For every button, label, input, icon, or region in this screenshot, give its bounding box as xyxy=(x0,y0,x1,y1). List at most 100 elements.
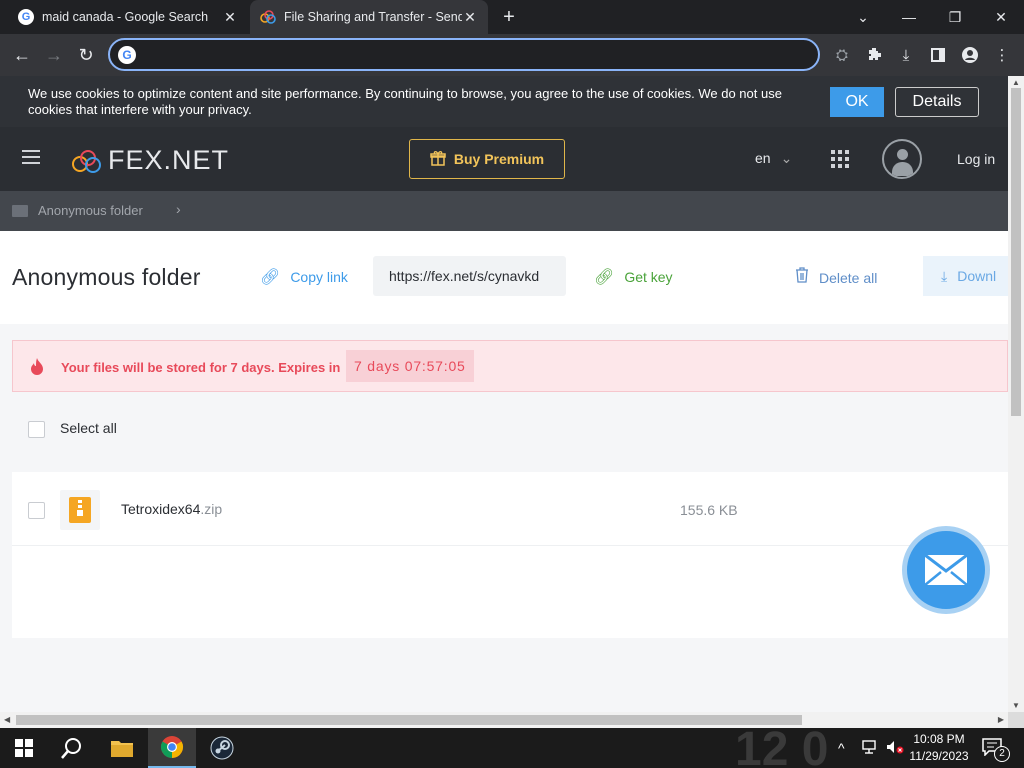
page-title: Anonymous folder xyxy=(12,264,201,290)
fire-icon xyxy=(29,357,45,375)
menu-kebab-icon[interactable]: ⋮ xyxy=(992,45,1012,65)
select-all-row: Select all xyxy=(12,408,1008,450)
close-window-button[interactable]: ✕ xyxy=(978,0,1024,34)
hamburger-menu-icon[interactable] xyxy=(22,150,40,166)
address-input[interactable] xyxy=(144,44,804,66)
fex-rings-icon xyxy=(72,148,104,174)
file-explorer-icon[interactable] xyxy=(98,728,146,768)
close-tab-icon[interactable]: ✕ xyxy=(222,9,238,26)
copy-link-label: Copy link xyxy=(290,269,348,285)
zip-file-icon xyxy=(60,490,100,530)
notification-center-icon[interactable]: 2 xyxy=(982,738,1010,762)
google-g-icon: G xyxy=(118,46,136,64)
network-icon[interactable] xyxy=(862,740,880,757)
folder-header: Anonymous folder 🔗︎ Copy link https://fe… xyxy=(0,231,1023,324)
forward-button[interactable]: → xyxy=(41,42,67,68)
get-key-button[interactable]: 🔗︎ Get key xyxy=(594,267,673,287)
vertical-scrollbar[interactable]: ▲ ▼ xyxy=(1008,76,1024,712)
gift-icon xyxy=(430,150,446,169)
windows-start-icon[interactable] xyxy=(0,728,48,768)
side-panel-icon[interactable] xyxy=(928,45,948,65)
tab-google-search[interactable]: G maid canada - Google Search ✕ xyxy=(8,0,248,34)
logo-text: FEX.NET xyxy=(108,145,230,175)
minimize-button[interactable]: — xyxy=(886,0,932,34)
cookie-ok-button[interactable]: OK xyxy=(830,87,884,117)
fex-rings-icon xyxy=(260,9,276,25)
share-url-field[interactable]: https://fex.net/s/cynavkd xyxy=(373,256,566,296)
tab-title: File Sharing and Transfer - Send xyxy=(284,10,462,24)
scroll-thumb[interactable] xyxy=(16,715,802,725)
tab-search-icon[interactable]: ⌄ xyxy=(840,0,886,34)
cookie-details-button[interactable]: Details xyxy=(895,87,979,117)
clock-date: 11/29/2023 xyxy=(909,749,969,763)
delete-all-label: Delete all xyxy=(819,269,878,286)
fex-logo[interactable]: FEX.NET xyxy=(72,145,229,176)
expiry-banner: Your files will be stored for 7 days. Ex… xyxy=(12,340,1008,392)
taskbar-clock[interactable]: 10:08 PM 11/29/2023 xyxy=(902,731,976,765)
file-name[interactable]: Tetroxidex64.zip xyxy=(121,501,222,517)
login-link[interactable]: Log in xyxy=(957,151,995,167)
scroll-thumb[interactable] xyxy=(1011,88,1021,416)
download-arrow-icon: ⤓ xyxy=(941,267,948,284)
folder-icon xyxy=(12,205,28,217)
buy-premium-button[interactable]: Buy Premium xyxy=(409,139,565,179)
browser-tab-strip: G maid canada - Google Search ✕ File Sha… xyxy=(0,0,1024,34)
scrollbar-corner xyxy=(1008,712,1024,728)
restore-button[interactable]: ❐ xyxy=(932,0,978,34)
link-icon: 🔗︎ xyxy=(594,269,615,286)
delete-all-button[interactable]: Delete all xyxy=(795,267,877,288)
language-label: en xyxy=(755,150,771,166)
chevron-down-icon: ⌄ xyxy=(780,150,793,166)
file-checkbox[interactable] xyxy=(28,502,45,519)
trash-icon xyxy=(795,267,809,288)
scroll-up-icon[interactable]: ▲ xyxy=(1012,78,1020,87)
browser-toolbar: ← → ↻ G ⛭ ⤓ ⋮ xyxy=(0,34,1024,76)
chevron-up-icon[interactable]: ^ xyxy=(838,740,845,756)
address-bar[interactable]: G xyxy=(108,38,820,71)
contact-mail-button[interactable] xyxy=(902,526,990,614)
list-item[interactable]: Tetroxidex64.zip 155.6 KB xyxy=(12,472,1008,546)
google-g-icon: G xyxy=(18,9,34,25)
new-tab-button[interactable]: + xyxy=(498,6,520,28)
link-icon: 🔗︎ xyxy=(260,269,281,286)
chevron-right-icon: › xyxy=(176,201,181,217)
file-list: Tetroxidex64.zip 155.6 KB xyxy=(12,472,1008,638)
tab-title: maid canada - Google Search xyxy=(42,10,209,24)
notification-count: 2 xyxy=(994,746,1010,762)
cookie-banner: We use cookies to optimize content and s… xyxy=(0,76,1008,127)
buy-premium-label: Buy Premium xyxy=(453,151,545,167)
scroll-down-icon[interactable]: ▼ xyxy=(1012,701,1020,710)
tab-fex[interactable]: File Sharing and Transfer - Send ✕ xyxy=(250,0,488,34)
envelope-icon xyxy=(924,554,968,586)
site-header: FEX.NET Buy Premium en ⌄ Log in xyxy=(0,127,1008,191)
scroll-left-icon[interactable]: ◀ xyxy=(4,715,10,724)
chrome-icon[interactable] xyxy=(148,728,196,768)
cast-icon[interactable]: ⛭ xyxy=(832,45,852,65)
breadcrumb: Anonymous folder › xyxy=(0,191,1008,231)
copy-link-button[interactable]: 🔗︎ Copy link xyxy=(260,267,348,287)
close-tab-icon[interactable]: ✕ xyxy=(462,9,478,26)
select-all-label[interactable]: Select all xyxy=(60,420,117,436)
apps-grid-icon[interactable] xyxy=(831,150,849,168)
horizontal-scrollbar[interactable]: ◀ ▶ xyxy=(0,712,1008,728)
language-selector[interactable]: en ⌄ xyxy=(755,150,792,167)
expiry-message: Your files will be stored for 7 days. Ex… xyxy=(61,360,341,375)
avatar[interactable] xyxy=(882,139,922,179)
download-label: Downl xyxy=(957,268,997,284)
file-size: 155.6 KB xyxy=(680,502,738,518)
select-all-checkbox[interactable] xyxy=(28,421,45,438)
page-viewport: We use cookies to optimize content and s… xyxy=(0,76,1024,728)
extensions-icon[interactable] xyxy=(864,45,884,65)
profile-icon[interactable] xyxy=(960,45,980,65)
back-button[interactable]: ← xyxy=(9,42,35,68)
cookie-message: We use cookies to optimize content and s… xyxy=(28,86,782,117)
scroll-right-icon[interactable]: ▶ xyxy=(998,715,1004,724)
download-icon[interactable]: ⤓ xyxy=(896,45,916,65)
steam-icon[interactable] xyxy=(198,728,246,768)
windows-taskbar: 12 0 ^ 10:08 PM 11/29/2023 2 xyxy=(0,728,1024,768)
expiry-timer: 7 days 07:57:05 xyxy=(346,350,474,382)
breadcrumb-item[interactable]: Anonymous folder xyxy=(38,203,143,218)
search-icon[interactable] xyxy=(48,728,96,768)
clock-time: 10:08 PM xyxy=(913,732,965,746)
reload-button[interactable]: ↻ xyxy=(73,42,99,68)
